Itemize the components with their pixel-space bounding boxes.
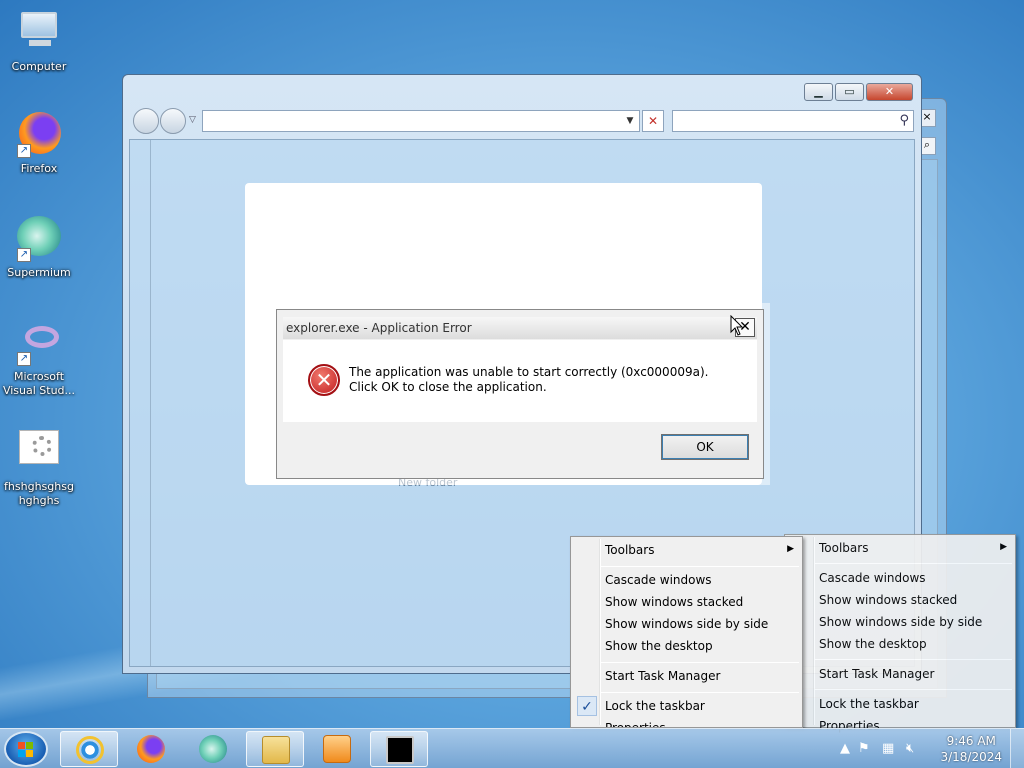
checkmark-icon: ✓ bbox=[577, 696, 597, 716]
stop-button[interactable]: ✕ bbox=[642, 110, 664, 132]
history-dropdown-icon[interactable]: ▽ bbox=[189, 115, 196, 125]
menu-item-properties[interactable]: Properties bbox=[605, 718, 666, 727]
taskbar-file-explorer[interactable] bbox=[246, 731, 304, 767]
address-bar[interactable]: ▼ bbox=[202, 110, 640, 132]
firefox-icon bbox=[137, 735, 165, 763]
firefox-icon: ↗ bbox=[15, 110, 63, 158]
settings-file-icon bbox=[15, 428, 63, 476]
menu-separator bbox=[815, 659, 1012, 660]
forward-button[interactable] bbox=[160, 108, 186, 134]
menu-item-task-manager[interactable]: Start Task Manager bbox=[605, 666, 720, 686]
computer-icon bbox=[15, 8, 63, 56]
menu-item-toolbars[interactable]: Toolbars bbox=[819, 538, 868, 558]
media-player-icon bbox=[323, 735, 351, 763]
minimize-button[interactable]: ▁ bbox=[804, 83, 833, 101]
menu-separator bbox=[601, 662, 799, 663]
shortcut-arrow-icon: ↗ bbox=[17, 144, 31, 158]
shortcut-arrow-icon: ↗ bbox=[17, 352, 31, 366]
clock[interactable]: 9:46 AM 3/18/2024 bbox=[940, 733, 1002, 765]
address-dropdown-icon[interactable]: ▼ bbox=[621, 111, 639, 131]
ok-button[interactable]: OK bbox=[661, 434, 749, 460]
desktop-icon-label: Microsoft Visual Stud... bbox=[2, 370, 76, 397]
menu-item-side-by-side[interactable]: Show windows side by side bbox=[605, 614, 768, 634]
action-center-flag-icon[interactable]: ⚑ bbox=[858, 741, 870, 756]
desktop-icon-supermium[interactable]: ↗ Supermium bbox=[1, 214, 77, 280]
system-tray: ▲ ⚑ ▦ 🔇︎ 9:46 AM 3/18/2024 bbox=[834, 729, 1024, 768]
dialog-title: explorer.exe - Application Error bbox=[286, 321, 472, 335]
search-icon[interactable]: ⚲ bbox=[899, 113, 909, 128]
menu-separator bbox=[601, 566, 799, 567]
supermium-icon: ↗ bbox=[15, 214, 63, 262]
submenu-arrow-icon: ▶ bbox=[1000, 542, 1007, 552]
network-icon[interactable]: ▦ bbox=[882, 741, 894, 756]
menu-item-show-desktop[interactable]: Show the desktop bbox=[605, 636, 713, 656]
error-dialog[interactable]: explorer.exe - Application Error ✕ ✕ The… bbox=[276, 309, 764, 479]
menu-item-toolbars[interactable]: Toolbars bbox=[605, 540, 654, 560]
taskbar-firefox[interactable] bbox=[122, 731, 180, 767]
show-hidden-icons-icon[interactable]: ▲ bbox=[840, 741, 850, 756]
taskbar-supermium[interactable] bbox=[184, 731, 242, 767]
visual-studio-icon: ↗ bbox=[15, 318, 63, 366]
mouse-cursor-icon bbox=[730, 315, 744, 336]
dialog-message: The application was unable to start corr… bbox=[349, 365, 709, 394]
menu-separator bbox=[815, 563, 1012, 564]
taskbar[interactable]: ▲ ⚑ ▦ 🔇︎ 9:46 AM 3/18/2024 bbox=[0, 728, 1024, 768]
menu-separator bbox=[601, 692, 799, 693]
menu-item-lock-taskbar[interactable]: Lock the taskbar bbox=[819, 694, 919, 714]
window-caption-buttons: ▁ ▭ ✕ bbox=[802, 83, 913, 101]
dialog-body: ✕ The application was unable to start co… bbox=[283, 340, 757, 422]
close-button[interactable]: ✕ bbox=[866, 83, 913, 101]
submenu-arrow-icon: ▶ bbox=[787, 544, 794, 554]
menu-item-cascade[interactable]: Cascade windows bbox=[819, 568, 926, 588]
search-input[interactable]: ⚲ bbox=[672, 110, 914, 132]
menu-item-lock-taskbar[interactable]: Lock the taskbar bbox=[605, 696, 705, 716]
desktop-icon-firefox[interactable]: ↗ Firefox bbox=[1, 110, 77, 176]
taskbar-media-player[interactable] bbox=[308, 731, 366, 767]
menu-item-stacked[interactable]: Show windows stacked bbox=[605, 592, 743, 612]
back-button[interactable] bbox=[133, 108, 159, 134]
clock-time: 9:46 AM bbox=[946, 734, 996, 748]
internet-explorer-icon bbox=[76, 736, 104, 764]
windows-logo-icon bbox=[18, 742, 34, 758]
maximize-button[interactable]: ▭ bbox=[835, 83, 864, 101]
dialog-titlebar: explorer.exe - Application Error ✕ bbox=[283, 317, 757, 339]
volume-muted-icon[interactable]: 🔇︎ bbox=[906, 741, 914, 756]
show-desktop-button[interactable] bbox=[1010, 729, 1024, 768]
desktop-icon-computer[interactable]: Computer bbox=[1, 8, 77, 74]
menu-separator bbox=[815, 689, 1012, 690]
desktop-icon-visual-studio[interactable]: ↗ Microsoft Visual Stud... bbox=[1, 318, 77, 398]
menu-item-show-desktop[interactable]: Show the desktop bbox=[819, 634, 927, 654]
menu-item-cascade[interactable]: Cascade windows bbox=[605, 570, 712, 590]
desktop-icon-label: Supermium bbox=[7, 266, 71, 279]
menu-item-stacked[interactable]: Show windows stacked bbox=[819, 590, 957, 610]
menu-item-task-manager[interactable]: Start Task Manager bbox=[819, 664, 934, 684]
supermium-icon bbox=[199, 735, 227, 763]
taskbar-context-menu[interactable]: Toolbars ▶ Cascade windows Show windows … bbox=[570, 536, 803, 728]
menu-item-side-by-side[interactable]: Show windows side by side bbox=[819, 612, 982, 632]
taskbar-command-prompt[interactable] bbox=[370, 731, 428, 767]
start-button[interactable] bbox=[4, 731, 48, 767]
desktop-icon-file[interactable]: fhshghsghsg hghghs bbox=[1, 428, 77, 508]
error-icon: ✕ bbox=[308, 364, 340, 396]
taskbar-internet-explorer[interactable] bbox=[60, 731, 118, 767]
desktop-icon-label: Computer bbox=[11, 60, 67, 73]
folder-icon bbox=[262, 736, 290, 764]
shortcut-arrow-icon: ↗ bbox=[17, 248, 31, 262]
desktop-icon-label: Firefox bbox=[20, 162, 58, 175]
command-prompt-icon bbox=[386, 736, 414, 764]
taskbar-context-menu-shadow: Toolbars ▶ Cascade windows Show windows … bbox=[784, 534, 1016, 733]
desktop-icon-label: fhshghsghsg hghghs bbox=[4, 480, 74, 507]
clock-date: 3/18/2024 bbox=[940, 750, 1002, 764]
